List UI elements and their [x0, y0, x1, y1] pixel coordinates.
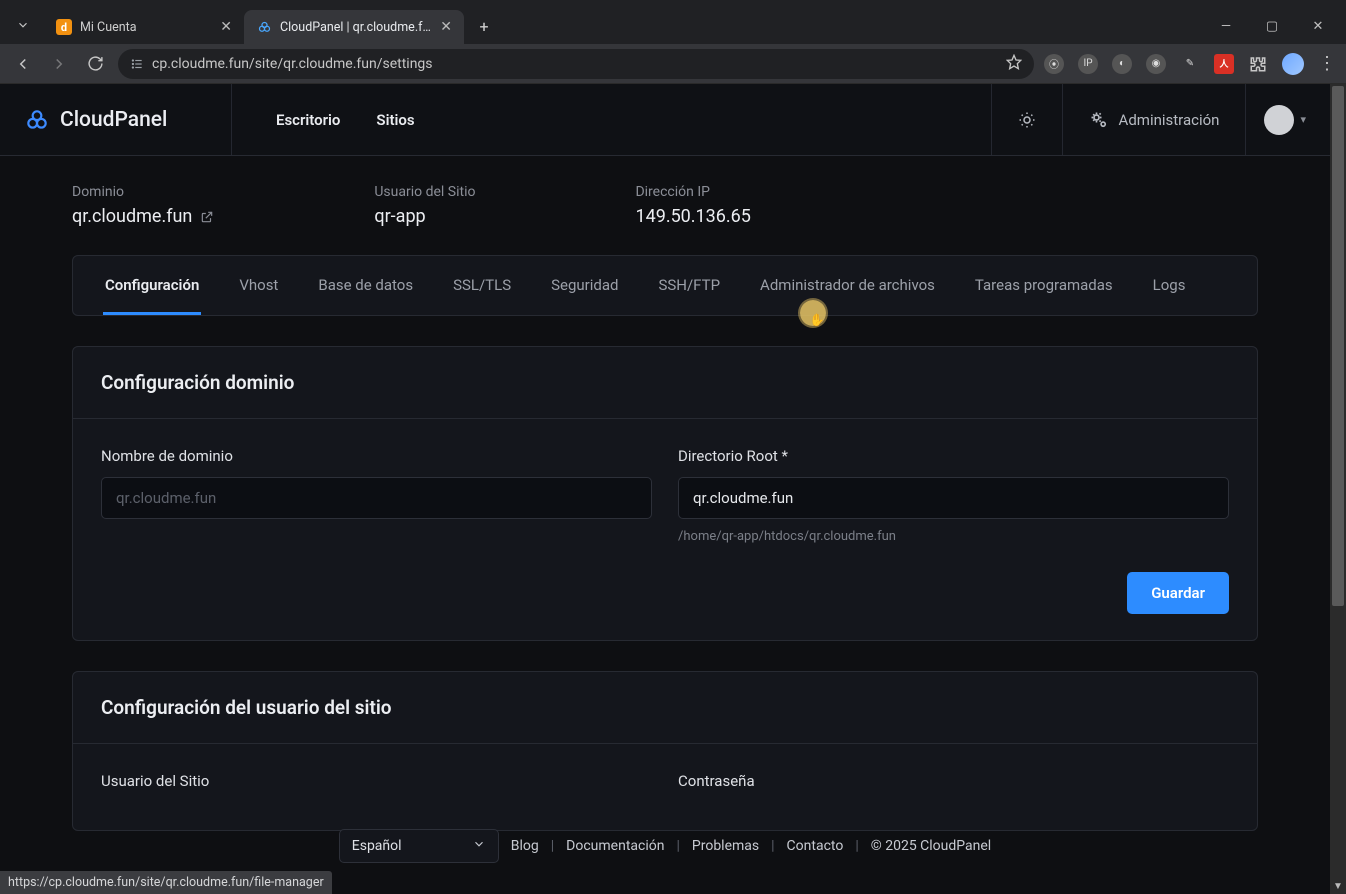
- save-button[interactable]: Guardar: [1127, 572, 1229, 614]
- tab-ssh[interactable]: SSH/FTP: [656, 256, 722, 315]
- site-tabs: Configuración Vhost Base de datos SSL/TL…: [72, 255, 1258, 316]
- tab-logs[interactable]: Logs: [1151, 256, 1188, 315]
- page-scrollbar[interactable]: ▲ ▼: [1330, 84, 1346, 894]
- browser-menu-icon[interactable]: ⋮: [1318, 53, 1336, 74]
- tab-security[interactable]: Seguridad: [549, 256, 620, 315]
- tab-ssl[interactable]: SSL/TLS: [451, 256, 513, 315]
- siteuser-label: Usuario del Sitio: [101, 772, 652, 790]
- language-select[interactable]: Español: [339, 829, 499, 863]
- sun-icon: [1018, 111, 1036, 129]
- footer-blog[interactable]: Blog: [511, 838, 539, 854]
- siteuser-config-panel: Configuración del usuario del sitio Usua…: [72, 671, 1258, 831]
- nav-desktop[interactable]: Escritorio: [276, 111, 340, 129]
- browser-toolbar: cp.cloudme.fun/site/qr.cloudme.fun/setti…: [0, 44, 1346, 84]
- cloudpanel-logo-icon: [24, 107, 50, 133]
- tab-title: CloudPanel | qr.cloudme.fun: [280, 20, 432, 35]
- bookmark-icon[interactable]: [1006, 54, 1022, 74]
- pdf-extension-icon[interactable]: 人: [1214, 54, 1234, 74]
- tab-cron[interactable]: Tareas programadas: [973, 256, 1115, 315]
- footer-copyright: © 2025 CloudPanel: [871, 838, 991, 854]
- panel-title: Configuración dominio: [73, 347, 1257, 419]
- extension-icon[interactable]: ◐: [1112, 54, 1132, 74]
- footer-contact[interactable]: Contacto: [787, 838, 844, 854]
- nav-reload-button[interactable]: [82, 51, 108, 77]
- domain-label: Dominio: [72, 184, 214, 200]
- nav-forward-button[interactable]: [46, 51, 72, 77]
- browser-tab-active[interactable]: CloudPanel | qr.cloudme.fun ✕: [244, 10, 464, 44]
- site-settings-icon[interactable]: [130, 57, 144, 71]
- extensions-puzzle-icon[interactable]: [1248, 54, 1268, 74]
- siteuser-value: qr-app: [374, 206, 425, 227]
- ip-label: Dirección IP: [635, 184, 750, 200]
- domain-name-label: Nombre de dominio: [101, 447, 652, 465]
- url-text: cp.cloudme.fun/site/qr.cloudme.fun/setti…: [152, 56, 433, 72]
- nav-back-button[interactable]: [10, 51, 36, 77]
- address-bar[interactable]: cp.cloudme.fun/site/qr.cloudme.fun/setti…: [118, 49, 1034, 79]
- user-menu[interactable]: ▾: [1245, 84, 1330, 155]
- root-dir-input[interactable]: [678, 477, 1229, 519]
- brand-logo[interactable]: CloudPanel: [0, 84, 232, 155]
- panel-title: Configuración del usuario del sitio: [73, 672, 1257, 744]
- root-dir-hint: /home/qr-app/htdocs/qr.cloudme.fun: [678, 529, 1229, 544]
- external-link-icon[interactable]: [200, 210, 214, 224]
- browser-extensions: ⦿ IP ◐ ◉ ✎ 人 ⋮: [1044, 53, 1336, 75]
- status-link: https://cp.cloudme.fun/site/qr.cloudme.f…: [0, 871, 332, 894]
- ip-value: 149.50.136.65: [635, 206, 750, 227]
- extension-icon[interactable]: ◉: [1146, 54, 1166, 74]
- footer-docs[interactable]: Documentación: [566, 838, 664, 854]
- chevron-down-icon: ▾: [1300, 113, 1306, 126]
- browser-tabbar: d Mi Cuenta ✕ CloudPanel | qr.cloudme.fu…: [0, 0, 1346, 44]
- domain-value: qr.cloudme.fun: [72, 206, 192, 227]
- siteuser-label: Usuario del Sitio: [374, 184, 475, 200]
- tab-search-dropdown[interactable]: [8, 10, 38, 40]
- gears-icon: [1089, 110, 1109, 130]
- chevron-down-icon: [472, 837, 486, 855]
- domain-config-panel: Configuración dominio Nombre de dominio …: [72, 346, 1258, 641]
- tab-db[interactable]: Base de datos: [316, 256, 415, 315]
- main-nav: Escritorio Sitios: [232, 84, 415, 155]
- tab-title: Mi Cuenta: [80, 20, 212, 35]
- nav-sites[interactable]: Sitios: [376, 111, 414, 129]
- extension-icon[interactable]: ⦿: [1044, 54, 1064, 74]
- admin-link[interactable]: Administración: [1062, 84, 1246, 155]
- password-label: Contraseña: [678, 772, 1229, 790]
- scrollbar-thumb[interactable]: [1332, 86, 1344, 606]
- root-dir-label: Directorio Root *: [678, 447, 1229, 465]
- favicon-d-icon: d: [56, 19, 72, 35]
- scroll-down-icon[interactable]: ▼: [1330, 878, 1346, 894]
- window-maximize-button[interactable]: ▢: [1252, 12, 1292, 40]
- browser-tab-inactive[interactable]: d Mi Cuenta ✕: [44, 10, 244, 44]
- footer-problems[interactable]: Problemas: [692, 838, 759, 854]
- window-controls: — ▢ ✕: [1206, 12, 1338, 40]
- brand-name: CloudPanel: [60, 108, 167, 132]
- favicon-cloudpanel-icon: [256, 19, 272, 35]
- window-close-button[interactable]: ✕: [1298, 12, 1338, 40]
- language-value: Español: [352, 838, 402, 854]
- extension-icon[interactable]: IP: [1078, 54, 1098, 74]
- close-icon[interactable]: ✕: [220, 19, 232, 35]
- app-header: CloudPanel Escritorio Sitios Administrac…: [0, 84, 1330, 156]
- close-icon[interactable]: ✕: [440, 19, 452, 35]
- avatar-icon: [1264, 105, 1294, 135]
- theme-toggle[interactable]: [991, 84, 1062, 155]
- page-viewport: CloudPanel Escritorio Sitios Administrac…: [0, 84, 1330, 894]
- footer-bar: Español Blog| Documentación| Problemas| …: [0, 826, 1330, 866]
- profile-avatar-icon[interactable]: [1282, 53, 1304, 75]
- eyedropper-icon[interactable]: ✎: [1180, 54, 1200, 74]
- tab-filemanager[interactable]: Administrador de archivos: [758, 256, 937, 315]
- tab-vhost[interactable]: Vhost: [237, 256, 280, 315]
- tab-configuracion[interactable]: Configuración: [103, 256, 201, 315]
- site-info-row: Dominio qr.cloudme.fun Usuario del Sitio…: [72, 184, 1258, 227]
- domain-name-input[interactable]: [101, 477, 652, 519]
- admin-label: Administración: [1119, 111, 1220, 129]
- new-tab-button[interactable]: +: [470, 12, 498, 40]
- window-minimize-button[interactable]: —: [1206, 12, 1246, 40]
